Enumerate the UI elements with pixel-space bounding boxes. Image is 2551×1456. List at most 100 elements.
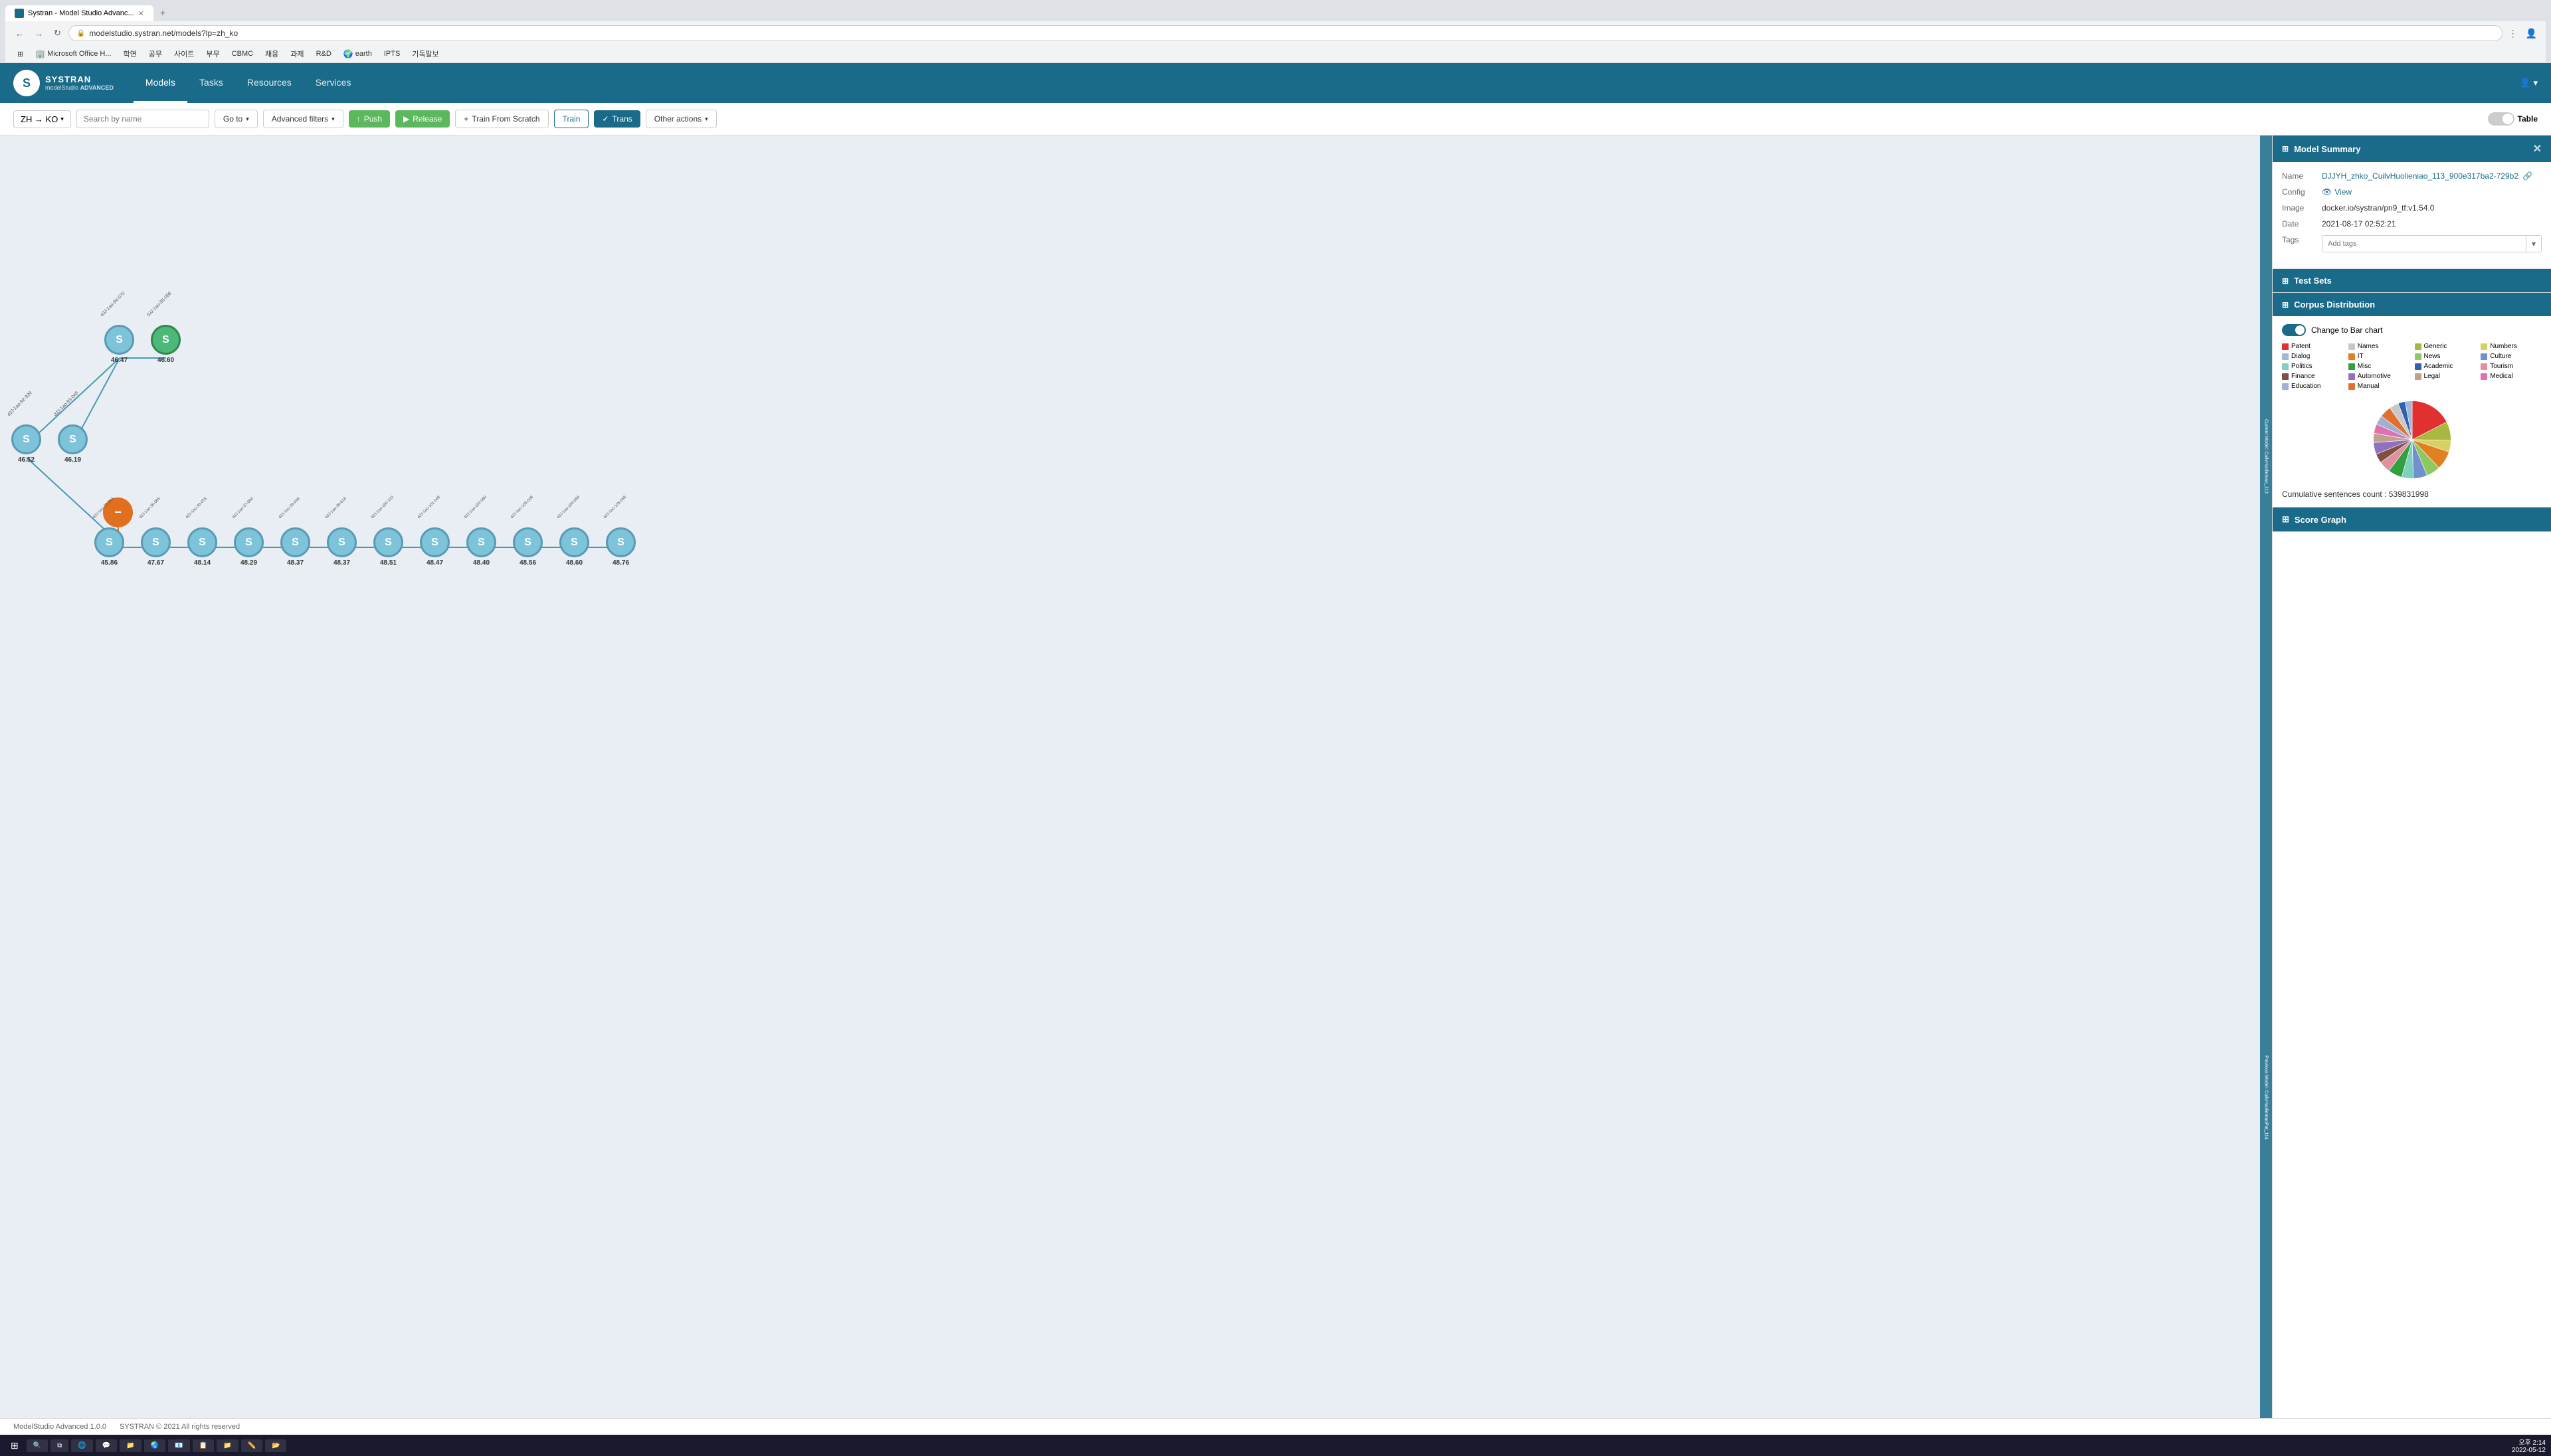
nav-models[interactable]: Models [134, 63, 187, 103]
nav-tasks[interactable]: Tasks [187, 63, 235, 103]
model-node-n7[interactable]: dJJ-1ao-35-065 S 47.67 [141, 527, 171, 567]
model-node-n11[interactable]: dJJ-1ao-39-013 S 48.37 [327, 527, 357, 567]
legend-item-it: IT [2348, 353, 2409, 360]
legend-item-dialog: Dialog [2282, 353, 2343, 360]
model-node-n2[interactable]: dJJ-1ao-95-058 S 46.60 [151, 325, 181, 364]
tab-close-button[interactable]: ✕ [138, 9, 144, 18]
bookmark-ipts[interactable]: IPTS [379, 48, 405, 59]
release-button[interactable]: ▶ Release [395, 110, 450, 128]
model-summary-header[interactable]: ⊞ Model Summary ✕ [2273, 136, 2551, 162]
view-toggle-switch[interactable] [2488, 112, 2514, 126]
model-summary-close-button[interactable]: ✕ [2533, 142, 2542, 155]
user-menu-button[interactable]: 👤 ▾ [2520, 78, 2538, 88]
score-graph-header[interactable]: ⊞ Score Graph [2273, 507, 2551, 531]
bookmark-last[interactable]: 기독말보 [407, 47, 444, 60]
nav-resources[interactable]: Resources [235, 63, 304, 103]
taskbar-teams[interactable]: 💬 [96, 1439, 117, 1452]
summary-name-row: Name DJJYH_zhko_CuilvHuolieniao_113_900e… [2282, 171, 2542, 181]
new-tab-button[interactable]: + [153, 4, 172, 21]
forward-button[interactable]: → [31, 27, 47, 41]
logo-text: SYSTRAN modelStudio ADVANCED [45, 74, 114, 92]
nav-services[interactable]: Services [304, 63, 363, 103]
push-button[interactable]: ↑ Push [349, 110, 390, 128]
start-button[interactable]: ⊞ [5, 1437, 24, 1454]
profile-button[interactable]: 👤 [2524, 26, 2539, 41]
bookmark-1[interactable]: 학연 [118, 47, 142, 60]
train-button[interactable]: Train [554, 110, 589, 128]
model-node-n16[interactable]: dJJ-1ao-104-056 S 48.60 [559, 527, 589, 567]
logo-icon: S [13, 70, 40, 96]
active-tab[interactable]: Systran - Model Studio Advanc... ✕ [5, 5, 153, 21]
taskbar-app4[interactable]: 📂 [265, 1439, 286, 1452]
bookmark-6[interactable]: 과제 [285, 47, 309, 60]
taskbar-app1[interactable]: 📋 [193, 1439, 214, 1452]
header-right: 👤 ▾ [2520, 78, 2538, 88]
train-from-scratch-button[interactable]: + Train From Scratch [455, 110, 548, 128]
bookmark-rd[interactable]: R&D [311, 48, 337, 59]
node-score-n17: 48.76 [613, 559, 629, 567]
node-circle-n6: S [94, 527, 124, 557]
node-circle-n16: S [559, 527, 589, 557]
node-label-n10: dJJ-1ao-38-046 [278, 497, 301, 519]
trans-button[interactable]: ✓ Trans [594, 110, 640, 128]
model-node-n8[interactable]: dJJ-1ao-36-053 S 48.14 [187, 527, 217, 567]
advanced-filters-button[interactable]: Advanced filters ▾ [263, 110, 343, 128]
push-label: Push [364, 114, 382, 124]
bookmark-ms-office[interactable]: 🏢Microsoft Office H... [30, 48, 116, 60]
bookmark-earth[interactable]: 🌍earth [338, 48, 377, 60]
model-node-n10[interactable]: dJJ-1ao-38-046 S 48.37 [280, 527, 310, 567]
model-node-n13[interactable]: dJJ-1ao-101-048 S 48.47 [420, 527, 450, 567]
model-node-n12[interactable]: dJJ-1ao-100-110 S 48.51 [373, 527, 403, 567]
node-label-n15: dJJ-1ao-103-008 [510, 496, 534, 519]
taskbar-app2[interactable]: 📁 [217, 1439, 238, 1452]
taskbar-app3[interactable]: ✏️ [241, 1439, 262, 1452]
test-sets-header[interactable]: ⊞ Test Sets [2273, 269, 2551, 292]
tags-input[interactable] [2322, 236, 2526, 251]
tags-dropdown-arrow[interactable]: ▾ [2526, 236, 2541, 252]
bookmark-3[interactable]: 사이트 [169, 47, 199, 60]
model-node-n9[interactable]: dJJ-1ao-37-084 S 48.29 [234, 527, 264, 567]
model-node-n14[interactable]: dJJ-1ao-102-080 S 48.40 [466, 527, 496, 567]
node-score-n12: 48.51 [380, 559, 397, 567]
bookmark-cbmc[interactable]: CBMC [227, 48, 258, 59]
node-label-n4: dJJ-1ao-93-048 [53, 391, 80, 417]
reload-button[interactable]: ↻ [50, 26, 64, 41]
model-summary-icon: ⊞ [2282, 144, 2289, 153]
config-view-link[interactable]: 👁 View [2322, 187, 2352, 197]
node-circle-n13: S [420, 527, 450, 557]
other-actions-button[interactable]: Other actions ▾ [646, 110, 717, 128]
taskbar-edge[interactable]: 🌏 [144, 1439, 165, 1452]
address-bar[interactable]: 🔒 modelstudio.systran.net/models?lp=zh_k… [68, 25, 2503, 41]
model-canvas[interactable]: dJJ-1ao-94-070 S 46.47 dJJ-1ao-95-058 S … [0, 136, 2272, 1418]
model-node-n3[interactable]: dJJ-1ao-92-929 S 46.52 [11, 424, 41, 464]
corpus-distribution-header[interactable]: ⊞ Corpus Distribution [2273, 293, 2551, 316]
model-node-n6[interactable]: dJJ-1ao-35-244 S 45.86 [94, 527, 124, 567]
bookmark-4[interactable]: 부무 [201, 47, 225, 60]
node-score-n3: 46.52 [18, 456, 35, 464]
model-node-n1[interactable]: dJJ-1ao-94-070 S 46.47 [104, 325, 134, 364]
search-input[interactable] [76, 110, 209, 128]
taskbar-task-view[interactable]: ⧉ [50, 1439, 68, 1452]
taskbar-chrome[interactable]: 🌐 [71, 1439, 92, 1452]
extensions-button[interactable]: ⋮ [2506, 26, 2520, 41]
bookmark-apps[interactable]: ⊞ [12, 48, 29, 60]
model-node-n4[interactable]: dJJ-1ao-93-048 S 46.19 [58, 424, 88, 464]
summary-date-row: Date 2021-08-17 02:52:21 [2282, 219, 2542, 228]
model-node-n17[interactable]: dJJ-1ao-105-058 S 48.76 [606, 527, 636, 567]
bookmark-5[interactable]: 채용 [260, 47, 284, 60]
toolbar: ZH → KO ▾ Go to ▾ Advanced filters ▾ ↑ P… [0, 103, 2551, 136]
model-name-link[interactable]: DJJYH_zhko_CuilvHuolieniao_113_900e317ba… [2322, 171, 2532, 181]
legend-item-patent: Patent [2282, 343, 2343, 350]
legend-item-education: Education [2282, 383, 2343, 390]
user-dropdown-arrow: ▾ [2533, 78, 2538, 88]
goto-button[interactable]: Go to ▾ [215, 110, 258, 128]
model-node-n15[interactable]: dJJ-1ao-103-008 S 48.56 [513, 527, 543, 567]
train-label: Train [563, 114, 581, 124]
taskbar-mail[interactable]: 📧 [168, 1439, 189, 1452]
bar-chart-toggle[interactable] [2282, 324, 2306, 336]
language-pair-selector[interactable]: ZH → KO ▾ [13, 110, 71, 128]
taskbar-explorer[interactable]: 📁 [120, 1439, 141, 1452]
taskbar-search[interactable]: 🔍 [27, 1439, 48, 1452]
back-button[interactable]: ← [12, 27, 27, 41]
bookmark-2[interactable]: 공무 [143, 47, 167, 60]
